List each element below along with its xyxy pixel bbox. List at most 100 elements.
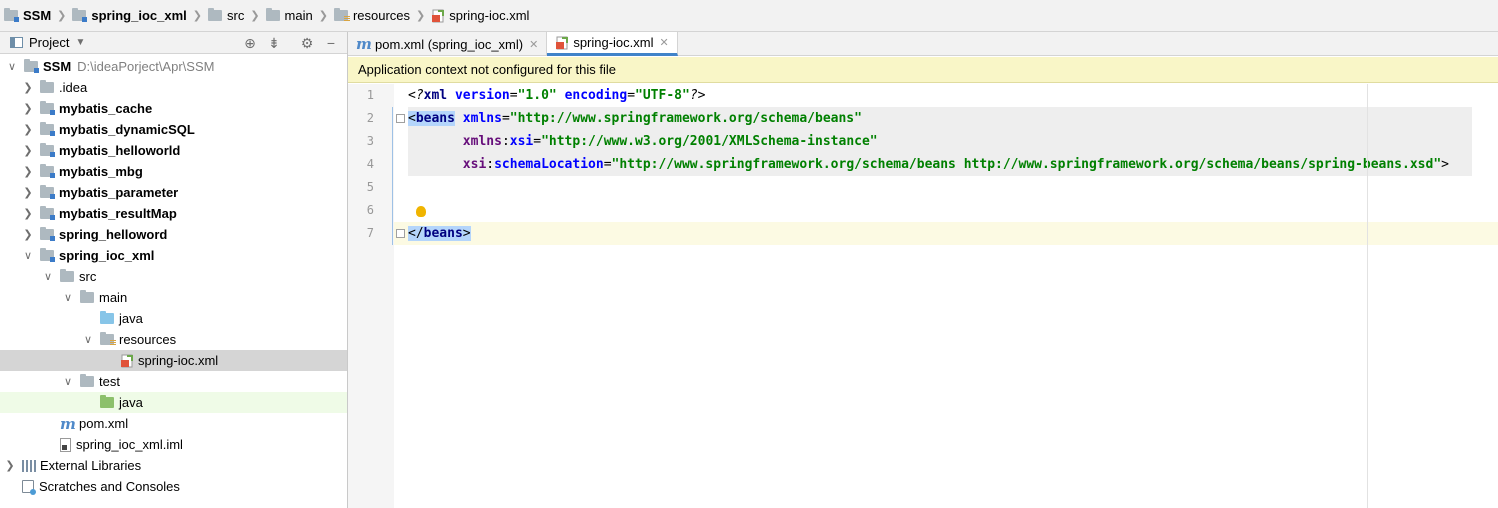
editor-tab-label: spring-ioc.xml <box>573 35 654 50</box>
fold-toggle-icon[interactable] <box>396 114 405 123</box>
tree-item-label: External Libraries <box>40 458 142 473</box>
code-editor[interactable]: <?xml version="1.0" encoding="UTF-8"?> <… <box>394 84 1498 508</box>
tree-item[interactable]: ∨ main <box>0 287 347 308</box>
project-view-title[interactable]: Project <box>29 35 69 50</box>
editor-tab[interactable]: m pom.xml (spring_ioc_xml) ✕ <box>348 32 548 56</box>
chevron-right-icon[interactable]: ❯ <box>22 103 34 115</box>
line-number: 6 <box>366 203 374 217</box>
maven-icon: m <box>356 35 372 53</box>
breadcrumb-item[interactable]: src <box>207 0 245 32</box>
breadcrumb-item[interactable]: spring-ioc.xml <box>431 0 529 32</box>
breadcrumb-item[interactable]: SSM <box>4 0 51 32</box>
tree-item[interactable]: ❯ External Libraries <box>0 455 347 476</box>
maven-icon: m <box>60 414 76 433</box>
line-number: 2 <box>366 111 374 125</box>
tree-item[interactable]: spring_ioc_xml.iml <box>0 434 347 455</box>
breadcrumb-label: src <box>226 8 245 23</box>
breadcrumb-label: SSM <box>23 8 52 23</box>
tree-item[interactable]: ❯ mybatis_dynamicSQL <box>0 119 347 140</box>
folder-icon <box>80 290 94 303</box>
breadcrumb-item[interactable]: resources <box>333 0 410 32</box>
tree-item[interactable]: spring-ioc.xml <box>0 350 347 371</box>
code-line-4: xsi:schemaLocation="http://www.springfra… <box>462 157 1449 172</box>
tree-item[interactable]: m pom.xml <box>0 413 347 434</box>
close-icon[interactable]: ✕ <box>660 36 669 49</box>
tree-item-path: D:\ideaPorject\Apr\SSM <box>77 59 215 74</box>
tree-item-label: mybatis_helloworld <box>59 143 181 158</box>
tree-item[interactable]: ❯ spring_helloword <box>0 224 347 245</box>
chevron-down-icon[interactable]: ∨ <box>22 250 34 262</box>
gear-icon[interactable]: ⚙ <box>299 35 315 51</box>
tree-item[interactable]: Scratches and Consoles <box>0 476 347 497</box>
source-folder-icon <box>100 311 114 324</box>
tree-item[interactable]: java <box>0 308 347 329</box>
chevron-right-icon[interactable]: ❯ <box>4 460 16 472</box>
chevron-down-icon[interactable]: ∨ <box>42 271 54 283</box>
module-folder-icon <box>40 101 55 115</box>
close-icon[interactable]: ✕ <box>529 38 538 51</box>
tree-item-label: spring_helloword <box>59 227 168 242</box>
tree-item-label: mybatis_cache <box>59 101 153 116</box>
tree-item-label: mybatis_resultMap <box>59 206 177 221</box>
lightbulb-icon[interactable] <box>416 206 426 217</box>
chevron-down-icon[interactable]: ∨ <box>82 334 94 346</box>
module-folder-icon <box>40 227 55 241</box>
breadcrumb: SSM ❯ spring_ioc_xml ❯ src ❯ main ❯ resources ❯ sp… <box>0 0 1498 32</box>
tree-item[interactable]: ❯ mybatis_mbg <box>0 161 347 182</box>
chevron-right-icon[interactable]: ❯ <box>22 166 34 178</box>
tree-item[interactable]: ∨ SSM D:\ideaPorject\Apr\SSM <box>0 56 347 77</box>
hide-icon[interactable]: − <box>323 35 339 51</box>
module-folder-icon <box>40 164 55 178</box>
chevron-right-icon: ❯ <box>318 10 328 22</box>
tree-item[interactable]: ∨ spring_ioc_xml <box>0 245 347 266</box>
tree-item[interactable]: ∨ resources <box>0 329 347 350</box>
project-panel: Project ▼ ⊕ ⇟ ⚙ − ∨ SSM D:\ideaPorject\Apr… <box>0 32 348 508</box>
breadcrumb-item[interactable]: spring_ioc_xml <box>72 0 187 32</box>
line-number: 5 <box>366 180 374 194</box>
chevron-right-icon[interactable]: ❯ <box>22 187 34 199</box>
module-folder-icon <box>40 122 55 136</box>
project-view-icon <box>10 37 23 48</box>
breadcrumb-label: spring-ioc.xml <box>449 8 530 23</box>
tree-item[interactable]: ❯ mybatis_cache <box>0 98 347 119</box>
tree-item[interactable]: ∨ src <box>0 266 347 287</box>
folder-icon <box>60 269 74 282</box>
chevron-down-icon[interactable]: ∨ <box>62 376 74 388</box>
tree-item[interactable]: ∨ test <box>0 371 347 392</box>
editor-tab[interactable]: spring-ioc.xml ✕ <box>547 32 678 56</box>
line-number: 1 <box>366 88 374 102</box>
chevron-down-icon[interactable]: ∨ <box>62 292 74 304</box>
iml-file-icon <box>60 437 71 452</box>
collapse-all-icon[interactable]: ⇟ <box>266 35 282 51</box>
tree-item[interactable]: java <box>0 392 347 413</box>
tree-item-label: main <box>99 290 128 305</box>
tree-item-label: java <box>119 311 143 326</box>
tree-item-label: Scratches and Consoles <box>39 479 180 494</box>
chevron-right-icon[interactable]: ❯ <box>22 145 34 157</box>
editor-tab-label: pom.xml (spring_ioc_xml) <box>375 36 524 52</box>
editor-tab-bar: m pom.xml (spring_ioc_xml) ✕ spring-ioc.xml… <box>348 32 1498 56</box>
code-line-2: <beans xmlns="http://www.springframework… <box>408 111 862 126</box>
tree-item[interactable]: ❯ mybatis_resultMap <box>0 203 347 224</box>
breadcrumb-label: main <box>284 8 313 23</box>
module-folder-icon <box>24 59 39 73</box>
tree-item[interactable]: ❯ mybatis_helloworld <box>0 140 347 161</box>
fold-toggle-icon[interactable] <box>396 229 405 238</box>
chevron-right-icon[interactable]: ❯ <box>22 82 34 94</box>
chevron-down-icon[interactable]: ∨ <box>6 61 18 73</box>
banner-text: Application context not configured for t… <box>358 62 616 77</box>
chevron-right-icon[interactable]: ❯ <box>22 208 34 220</box>
chevron-down-icon[interactable]: ▼ <box>75 37 85 48</box>
locate-icon[interactable]: ⊕ <box>242 35 258 51</box>
module-folder-icon <box>4 8 19 22</box>
tree-item-label: spring_ioc_xml.iml <box>76 437 183 452</box>
tree-item[interactable]: ❯ .idea <box>0 77 347 98</box>
breadcrumb-item[interactable]: main <box>265 0 313 32</box>
chevron-right-icon[interactable]: ❯ <box>22 124 34 136</box>
chevron-right-icon[interactable]: ❯ <box>22 229 34 241</box>
tree-item[interactable]: ❯ mybatis_parameter <box>0 182 347 203</box>
